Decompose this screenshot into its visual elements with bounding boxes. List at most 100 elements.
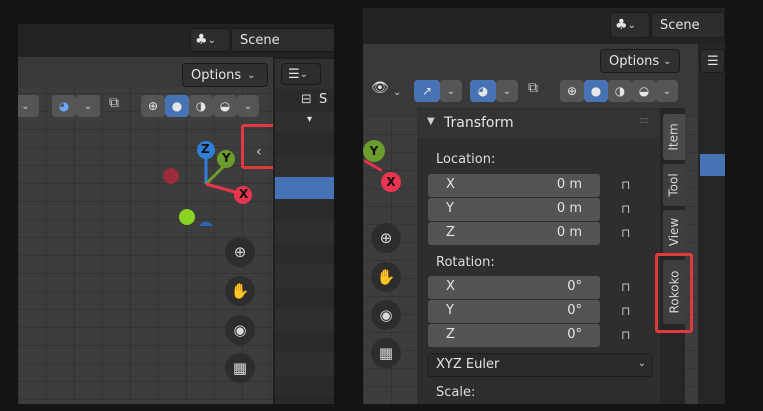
outliner-row[interactable] bbox=[275, 155, 334, 177]
xray-toggle-icon[interactable]: ⧉ bbox=[109, 95, 129, 117]
lock-icon[interactable]: ⊓ bbox=[621, 328, 639, 342]
outliner-row[interactable] bbox=[275, 111, 334, 133]
chevron-down-icon: ⌄ bbox=[21, 100, 30, 112]
chevron-down-icon: ⌄ bbox=[243, 100, 253, 112]
options-dropdown[interactable]: Options ⌄ bbox=[600, 49, 680, 73]
tab-label: Item bbox=[667, 123, 682, 151]
options-dropdown[interactable]: Options ⌄ bbox=[182, 63, 268, 87]
hand-icon: ✋ bbox=[230, 282, 250, 300]
rotation-x-field[interactable]: X 0° bbox=[428, 276, 600, 299]
outliner-row[interactable] bbox=[275, 309, 334, 331]
camera-view-button[interactable]: ◉ bbox=[371, 300, 401, 330]
rendered-shading-button[interactable]: ◒ bbox=[213, 95, 237, 117]
field-value: 0 m bbox=[556, 201, 582, 216]
field-value: 0° bbox=[567, 327, 582, 342]
y-axis-line bbox=[204, 163, 227, 186]
shading-dropdown[interactable]: ⌄ bbox=[656, 80, 678, 102]
outliner-row[interactable] bbox=[275, 133, 334, 155]
rendered-sphere-icon: ◒ bbox=[219, 99, 231, 113]
outliner-icon: ☰ bbox=[288, 66, 300, 82]
camera-icon: ◉ bbox=[379, 306, 393, 324]
location-z-field[interactable]: Z 0 m bbox=[428, 222, 600, 245]
wireframe-shading-button[interactable]: ⊕ bbox=[560, 80, 584, 102]
outliner-display-mode[interactable]: ☰ ⌄ bbox=[281, 63, 321, 85]
outliner-row[interactable] bbox=[275, 287, 334, 309]
x-axis-label: X bbox=[239, 187, 249, 201]
outliner-row[interactable] bbox=[275, 265, 334, 287]
lock-icon[interactable]: ⊓ bbox=[621, 178, 639, 192]
shading-dropdown[interactable]: ⌄ bbox=[237, 95, 259, 117]
scene-selector-button[interactable]: ♣ ⌄ bbox=[610, 12, 650, 38]
zoom-button[interactable]: ⊕ bbox=[371, 223, 401, 253]
pan-button[interactable]: ✋ bbox=[225, 276, 255, 306]
x-axis-ball[interactable]: X bbox=[381, 172, 401, 192]
lock-icon[interactable]: ⊓ bbox=[621, 202, 639, 216]
ortho-toggle-button[interactable]: ▦ bbox=[371, 338, 401, 368]
mode-dropdown[interactable]: ⌄ bbox=[18, 95, 39, 117]
drag-handle-icon[interactable]: :::: bbox=[639, 115, 650, 126]
material-shading-button[interactable]: ◑ bbox=[189, 95, 213, 117]
wireframe-shading-button[interactable]: ⊕ bbox=[141, 95, 165, 117]
visibility-dropdown[interactable]: ⌄ bbox=[393, 80, 405, 102]
gizmo-dropdown[interactable]: ⌄ bbox=[440, 80, 462, 102]
outliner-display-mode[interactable]: ☰ bbox=[700, 49, 725, 73]
outliner-row[interactable] bbox=[275, 243, 334, 265]
outliner-panel[interactable]: ☰ ⌄ ⊟ S ▾ bbox=[275, 59, 334, 404]
neg-z-axis-dot bbox=[199, 222, 213, 226]
tab-label: Tool bbox=[667, 173, 681, 197]
overlay-dropdown[interactable]: ⌄ bbox=[496, 80, 518, 102]
transform-panel-header[interactable]: ▼ Transform :::: bbox=[417, 110, 660, 138]
outliner-row[interactable] bbox=[275, 353, 334, 375]
grid-icon: ▦ bbox=[378, 344, 394, 362]
field-axis-label: Y bbox=[446, 303, 454, 318]
zoom-button[interactable]: ⊕ bbox=[225, 237, 255, 267]
solid-shading-button[interactable]: ● bbox=[584, 80, 608, 102]
zoom-icon: ⊕ bbox=[379, 229, 393, 247]
lock-icon[interactable]: ⊓ bbox=[621, 304, 639, 318]
solid-shading-button[interactable]: ● bbox=[165, 95, 189, 117]
location-y-field[interactable]: Y 0 m bbox=[428, 198, 600, 221]
gizmo-toggle[interactable]: ↗ bbox=[414, 80, 440, 102]
visibility-icon[interactable]: 👁 bbox=[371, 80, 391, 102]
field-axis-label: Z bbox=[446, 327, 455, 342]
scene-name-field[interactable]: Scene bbox=[231, 28, 334, 52]
tab-view[interactable]: View bbox=[663, 210, 685, 254]
field-value: 0° bbox=[567, 279, 582, 294]
rotation-mode-label: XYZ Euler bbox=[436, 357, 500, 372]
overlay-toggle[interactable]: ◕ bbox=[52, 95, 76, 117]
navigation-gizmo[interactable] bbox=[158, 136, 268, 226]
pan-button[interactable]: ✋ bbox=[371, 262, 401, 292]
camera-view-button[interactable]: ◉ bbox=[225, 315, 255, 345]
material-shading-button[interactable]: ◑ bbox=[608, 80, 632, 102]
rotation-mode-dropdown[interactable]: XYZ Euler ⌄ bbox=[427, 353, 653, 377]
overlay-toggle[interactable]: ◕ bbox=[470, 80, 496, 102]
rotation-y-field[interactable]: Y 0° bbox=[428, 300, 600, 323]
zoom-icon: ⊕ bbox=[233, 243, 247, 261]
tab-item[interactable]: Item bbox=[663, 114, 685, 160]
expand-arrow-icon[interactable]: ▾ bbox=[307, 114, 312, 125]
material-sphere-icon: ◑ bbox=[614, 84, 626, 98]
lock-icon[interactable]: ⊓ bbox=[621, 226, 639, 240]
outliner-row-selected[interactable] bbox=[275, 177, 334, 199]
rendered-shading-button[interactable]: ◒ bbox=[632, 80, 656, 102]
xray-toggle-icon[interactable]: ⧉ bbox=[528, 80, 548, 102]
overlay-dropdown[interactable]: ⌄ bbox=[76, 95, 100, 117]
outliner-row[interactable] bbox=[275, 221, 334, 243]
chevron-down-icon: ⌄ bbox=[637, 358, 646, 369]
options-label: Options bbox=[609, 53, 660, 69]
outliner-row[interactable] bbox=[275, 331, 334, 353]
ortho-toggle-button[interactable]: ▦ bbox=[225, 353, 255, 383]
rotation-z-field[interactable]: Z 0° bbox=[428, 324, 600, 347]
panel-title: Transform bbox=[444, 115, 514, 131]
location-x-field[interactable]: X 0 m bbox=[428, 174, 600, 197]
lock-icon[interactable]: ⊓ bbox=[621, 280, 639, 294]
viewport-left-panel: ♣⌄ Scene Options ⌄ ⌄ ◕ ⌄ ⧉ ⊕ ● ◑ ◒ ⌄ ‹ bbox=[18, 24, 334, 404]
scene-selector-button[interactable]: ♣ ⌄ bbox=[190, 28, 230, 52]
outliner-row[interactable] bbox=[275, 375, 334, 397]
y-axis-ball[interactable]: Y bbox=[363, 140, 385, 162]
solid-sphere-icon: ● bbox=[590, 84, 602, 98]
outliner-row[interactable] bbox=[275, 199, 334, 221]
y-axis-label: Y bbox=[222, 151, 231, 165]
scene-name-field[interactable]: Scene bbox=[651, 12, 725, 38]
tab-tool[interactable]: Tool bbox=[663, 164, 685, 206]
